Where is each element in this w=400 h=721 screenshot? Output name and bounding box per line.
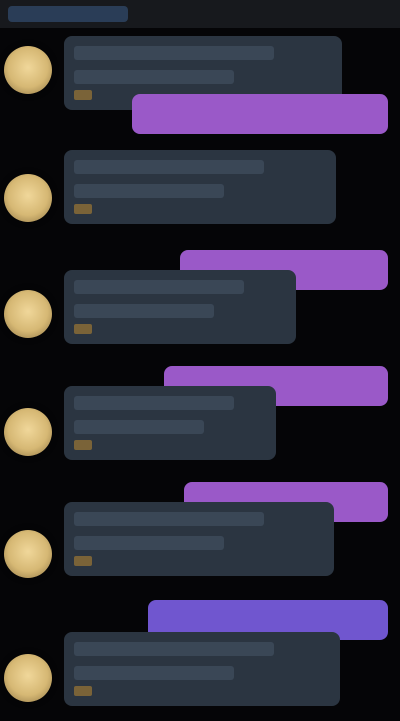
message-text — [74, 70, 234, 84]
avatar[interactable] — [4, 290, 52, 338]
message-timestamp — [74, 686, 92, 696]
message-text — [74, 666, 234, 680]
chat-app — [0, 0, 400, 721]
avatar[interactable] — [4, 408, 52, 456]
message-text — [74, 536, 224, 550]
message-text — [74, 396, 234, 410]
incoming-message[interactable] — [64, 632, 340, 706]
message-timestamp — [74, 440, 92, 450]
message-text — [74, 420, 204, 434]
message-text — [158, 612, 378, 626]
chat-title — [8, 6, 128, 22]
avatar[interactable] — [4, 530, 52, 578]
message-text — [74, 642, 274, 656]
message-text — [74, 160, 264, 174]
message-timestamp — [74, 324, 92, 334]
message-timestamp — [74, 90, 92, 100]
message-text — [74, 304, 214, 318]
message-text — [74, 184, 224, 198]
message-text — [74, 280, 244, 294]
incoming-message[interactable] — [64, 386, 276, 460]
message-text — [142, 106, 378, 120]
outgoing-message[interactable] — [132, 94, 388, 134]
avatar[interactable] — [4, 46, 52, 94]
avatar[interactable] — [4, 174, 52, 222]
incoming-message[interactable] — [64, 270, 296, 344]
message-timestamp — [74, 556, 92, 566]
message-text — [74, 512, 264, 526]
chat-header — [0, 0, 400, 28]
avatar[interactable] — [4, 654, 52, 702]
incoming-message[interactable] — [64, 150, 336, 224]
message-timestamp — [74, 204, 92, 214]
incoming-message[interactable] — [64, 502, 334, 576]
message-text — [74, 46, 274, 60]
message-list[interactable] — [0, 28, 400, 721]
